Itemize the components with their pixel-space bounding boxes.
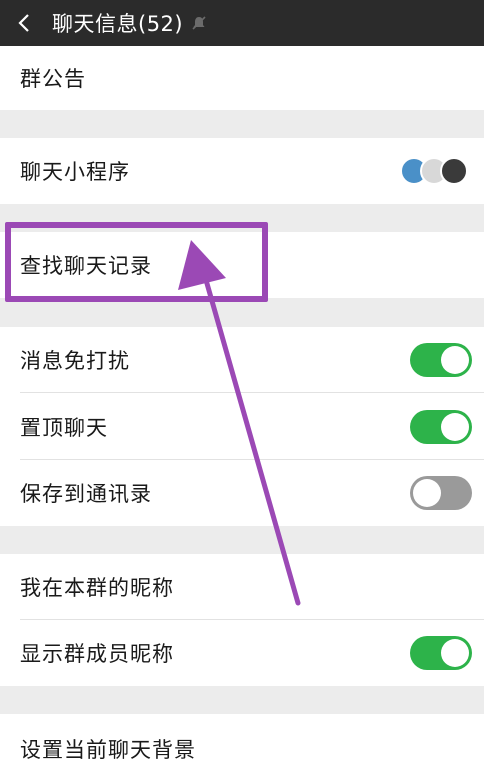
annotation-arrow (178, 240, 301, 606)
